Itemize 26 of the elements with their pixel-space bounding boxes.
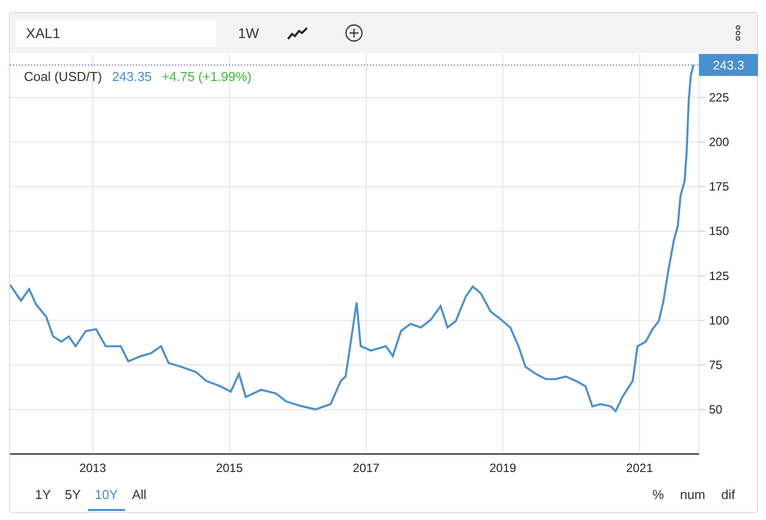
price: 243.35	[112, 68, 152, 86]
x-axis-label: 2015	[216, 461, 243, 475]
x-axis-label: 2019	[489, 461, 516, 475]
symbol-field[interactable]: XAL1	[16, 20, 216, 46]
last-price-label: 243.3	[712, 58, 744, 72]
range-tab[interactable]: All	[124, 478, 154, 512]
x-axis-label: 2021	[626, 461, 653, 475]
range-tab[interactable]: 5Y	[58, 478, 88, 512]
series-name: Coal (USD/T)	[24, 68, 102, 86]
y-axis-label: 200	[709, 135, 730, 150]
price-change: +4.75 (+1.99%)	[162, 68, 252, 86]
interval-button[interactable]: 1W	[232, 24, 265, 42]
y-axis-label: 100	[709, 313, 730, 328]
y-axis-label: 75	[709, 358, 722, 372]
last-price-badge	[699, 54, 758, 76]
y-axis-label: 150	[709, 224, 730, 238]
y-axis-label: 225	[709, 90, 730, 105]
range-tab[interactable]: 1Y	[28, 478, 58, 512]
y-axis-label: 125	[709, 268, 730, 283]
x-axis-label: 2017	[352, 461, 380, 475]
x-axis-label: 2013	[79, 461, 106, 475]
display-mode-button[interactable]: %	[644, 479, 672, 511]
display-mode-button[interactable]: dif	[713, 479, 743, 511]
display-mode-button[interactable]: num	[672, 479, 714, 511]
y-axis-label: 50	[709, 402, 722, 416]
y-axis-label: 175	[709, 180, 730, 194]
